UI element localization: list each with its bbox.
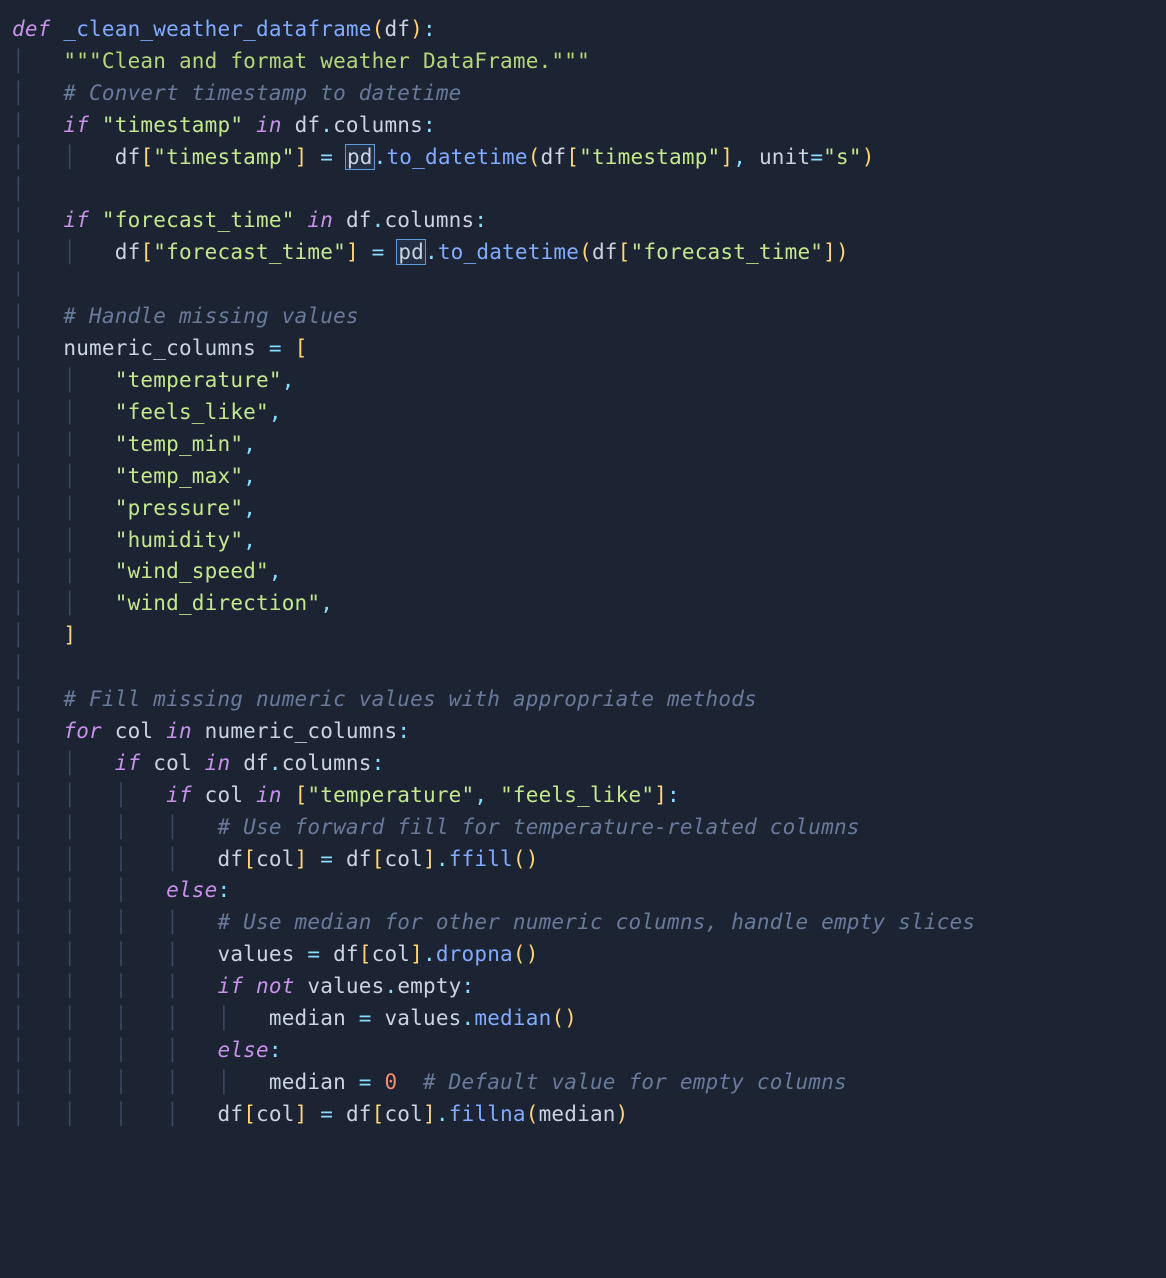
keyword-def: def (12, 17, 51, 41)
comment: # Use median for other numeric columns, … (218, 910, 976, 934)
keyword-in: in (256, 783, 282, 807)
ident: median (269, 1006, 346, 1030)
string-literal: "s" (823, 145, 862, 169)
comment: # Handle missing values (63, 304, 358, 328)
ident: numeric_columns (205, 719, 398, 743)
keyword-if: if (115, 751, 141, 775)
string-literal: "temp_min" (115, 432, 243, 456)
ident: values (218, 942, 295, 966)
ident: col (256, 847, 295, 871)
keyword-in: in (166, 719, 192, 743)
attr: columns (384, 208, 474, 232)
attr: columns (333, 113, 423, 137)
function-name: _clean_weather_dataframe (63, 17, 371, 41)
keyword-if: if (218, 974, 244, 998)
ident: col (372, 942, 411, 966)
comment: # Fill missing numeric values with appro… (63, 687, 757, 711)
docstring-open: """ (63, 49, 102, 73)
highlighted-symbol-pd: pd (346, 145, 374, 169)
ident: col (384, 847, 423, 871)
ident: values (384, 1006, 461, 1030)
comment: # Default value for empty columns (423, 1070, 847, 1094)
call: dropna (436, 942, 513, 966)
attr: empty (397, 974, 461, 998)
call: median (474, 1006, 551, 1030)
code-editor[interactable]: def _clean_weather_dataframe(df): │ """C… (0, 0, 1166, 1131)
call: ffill (449, 847, 513, 871)
ident: df (295, 113, 321, 137)
keyword-in: in (256, 113, 282, 137)
ident: df (541, 145, 567, 169)
ident: df (218, 847, 244, 871)
string-literal: "humidity" (115, 528, 243, 552)
number-literal: 0 (384, 1070, 397, 1094)
string-literal: "wind_speed" (115, 559, 269, 583)
ident: df (346, 208, 372, 232)
ident: col (115, 719, 154, 743)
ident: df (115, 240, 141, 264)
ident: df (333, 942, 359, 966)
string-literal: "forecast_time" (631, 240, 824, 264)
ident: col (256, 1102, 295, 1126)
string-literal: "feels_like" (500, 783, 654, 807)
attr: columns (282, 751, 372, 775)
call: to_datetime (386, 145, 527, 169)
string-literal: "temperature" (307, 783, 474, 807)
string-literal: "forecast_time" (102, 208, 295, 232)
keyword-for: for (63, 719, 102, 743)
keyword-else: else (166, 878, 217, 902)
ident: values (307, 974, 384, 998)
kwarg: unit (759, 145, 810, 169)
highlighted-symbol-pd: pd (397, 240, 425, 264)
docstring-text: Clean and format weather DataFrame. (102, 49, 552, 73)
string-literal: "pressure" (115, 496, 243, 520)
ident: df (243, 751, 269, 775)
call: fillna (449, 1102, 526, 1126)
ident: numeric_columns (63, 336, 256, 360)
keyword-in: in (307, 208, 333, 232)
ident: median (539, 1102, 616, 1126)
ident: df (592, 240, 618, 264)
string-literal: "feels_like" (115, 400, 269, 424)
ident: df (218, 1102, 244, 1126)
ident: col (205, 783, 244, 807)
keyword-if: if (63, 208, 89, 232)
string-literal: "temp_max" (115, 464, 243, 488)
ident: df (346, 1102, 372, 1126)
string-literal: "timestamp" (153, 145, 294, 169)
ident: col (384, 1102, 423, 1126)
keyword-not: not (256, 974, 295, 998)
comment: # Convert timestamp to datetime (63, 81, 461, 105)
comment: # Use forward fill for temperature-relat… (218, 815, 860, 839)
param-df: df (384, 17, 410, 41)
docstring-close: """ (551, 49, 590, 73)
string-literal: "timestamp" (102, 113, 243, 137)
keyword-else: else (218, 1038, 269, 1062)
string-literal: "forecast_time" (153, 240, 346, 264)
ident: col (153, 751, 192, 775)
ident: median (269, 1070, 346, 1094)
keyword-if: if (166, 783, 192, 807)
string-literal: "timestamp" (579, 145, 720, 169)
string-literal: "temperature" (115, 368, 282, 392)
string-literal: "wind_direction" (115, 591, 321, 615)
ident: df (346, 847, 372, 871)
keyword-if: if (63, 113, 89, 137)
ident: df (115, 145, 141, 169)
call: to_datetime (438, 240, 579, 264)
keyword-in: in (205, 751, 231, 775)
